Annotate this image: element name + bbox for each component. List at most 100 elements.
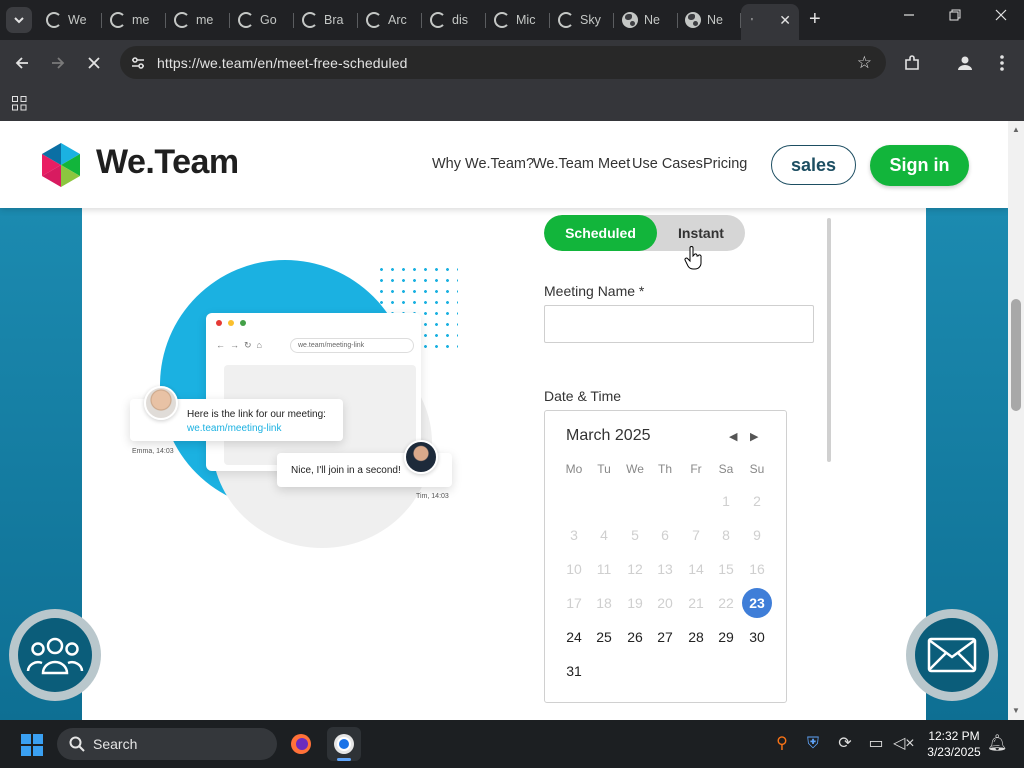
scroll-up-icon[interactable]: ▲ — [1012, 125, 1020, 134]
nav-use-cases[interactable]: Use Cases — [632, 156, 703, 172]
close-window-button[interactable] — [986, 8, 1016, 25]
calendar-day: 11 — [596, 561, 612, 577]
chat-link: we.team/meeting-link — [187, 423, 282, 434]
contact-fab[interactable] — [906, 609, 998, 701]
menu-button[interactable] — [991, 52, 1013, 74]
calendar-day[interactable]: 29 — [711, 622, 741, 652]
chrome-app[interactable] — [327, 727, 361, 761]
calendar-day[interactable]: 26 — [620, 622, 650, 652]
chrome-icon — [334, 734, 354, 754]
sales-button[interactable]: sales — [771, 145, 856, 185]
nav-pricing[interactable]: Pricing — [703, 156, 747, 172]
back-button[interactable] — [11, 52, 33, 74]
notification-bell-icon[interactable]: 🔔︎ — [987, 734, 1007, 754]
network-icon[interactable]: ▭ — [866, 734, 886, 754]
taskbar-search-label: Search — [93, 736, 138, 752]
c-logo-icon — [110, 12, 126, 28]
calendar-day[interactable]: 30 — [742, 622, 772, 652]
tab-title: Bra — [324, 13, 344, 27]
chat-text-1: Here is the link for our meeting: — [187, 409, 326, 420]
new-tab-button[interactable]: + — [809, 9, 821, 29]
calendar-day[interactable]: 25 — [589, 622, 619, 652]
next-month-arrow-icon[interactable]: ▶ — [750, 430, 758, 443]
calendar-day: 5 — [631, 527, 639, 543]
calendar-day[interactable]: 28 — [681, 622, 711, 652]
we-team-logo-icon[interactable] — [38, 143, 84, 187]
nav-we-team-meet[interactable]: We.Team Meet — [533, 156, 630, 172]
tab-10[interactable]: Ne — [679, 6, 741, 34]
tab-separator — [677, 13, 678, 28]
url-text[interactable]: https://we.team/en/meet-free-scheduled — [157, 55, 407, 71]
firefox-app[interactable] — [284, 727, 318, 761]
calendar-day: 13 — [657, 561, 673, 577]
c-logo-icon — [558, 12, 574, 28]
close-tab-icon[interactable]: ✕ — [779, 12, 791, 29]
site-info-icon[interactable] — [130, 55, 146, 71]
tab-3[interactable]: Go — [232, 6, 294, 34]
weekday-header: Tu — [597, 462, 611, 476]
close-icon — [995, 9, 1007, 21]
tab-active[interactable]: ' ✕ — [741, 4, 799, 40]
tab-separator — [613, 13, 614, 28]
calendar-day: 9 — [753, 527, 761, 543]
tab-title: Sky — [580, 13, 601, 27]
group-icon — [26, 637, 84, 675]
tab-search-button[interactable] — [6, 7, 32, 33]
prev-month-arrow-icon[interactable]: ◀ — [729, 430, 737, 443]
volume-muted-icon[interactable]: ◁× — [893, 734, 915, 754]
calendar-day[interactable]: 27 — [650, 622, 680, 652]
minimize-button[interactable] — [894, 8, 924, 25]
search-tray-icon[interactable]: ⚲ — [772, 734, 792, 754]
sign-in-button[interactable]: Sign in — [870, 145, 969, 186]
c-logo-icon — [494, 12, 510, 28]
nav-why-we-team[interactable]: Why We.Team? — [432, 156, 534, 172]
address-bar[interactable]: https://we.team/en/meet-free-scheduled ☆ — [120, 46, 886, 79]
tab-8[interactable]: Sky — [552, 6, 614, 34]
meeting-name-label: Meeting Name * — [544, 283, 645, 299]
bookmark-star-icon[interactable]: ☆ — [857, 53, 872, 73]
scroll-down-icon[interactable]: ▼ — [1012, 706, 1020, 715]
tab-7[interactable]: Mic — [488, 6, 550, 34]
tab-4[interactable]: Bra — [296, 6, 358, 34]
form-scrollbar[interactable] — [827, 218, 831, 462]
chat-sender-2: Tim, 14:03 — [416, 493, 449, 500]
calendar-day[interactable]: 31 — [559, 656, 589, 686]
restore-button[interactable] — [940, 8, 970, 25]
tab-9[interactable]: Ne — [616, 6, 678, 34]
minimize-icon — [904, 14, 914, 16]
calendar-day-selected[interactable]: 23 — [742, 588, 772, 618]
calendar-day: 10 — [566, 561, 582, 577]
forward-button[interactable] — [47, 52, 69, 74]
extensions-button[interactable] — [901, 52, 923, 74]
meeting-mode-toggle[interactable]: Scheduled Instant — [544, 215, 745, 251]
stop-loading-button[interactable] — [83, 52, 105, 74]
kebab-menu-icon — [1000, 55, 1004, 71]
mode-scheduled-button[interactable]: Scheduled — [544, 215, 657, 251]
brand-name[interactable]: We.Team — [96, 143, 239, 182]
profile-button[interactable] — [954, 52, 976, 74]
tab-6[interactable]: dis — [424, 6, 486, 34]
sync-icon[interactable]: ⟳ — [835, 734, 855, 754]
c-logo-icon — [302, 12, 318, 28]
tab-5[interactable]: Arc — [360, 6, 422, 34]
taskbar-search[interactable]: Search — [57, 728, 277, 760]
page-scrollbar[interactable]: ▲ ▼ — [1008, 121, 1024, 720]
c-logo-icon — [430, 12, 446, 28]
shield-icon[interactable]: ⛨ — [803, 734, 823, 754]
scrollbar-thumb[interactable] — [1011, 299, 1021, 411]
tab-2[interactable]: me — [168, 6, 230, 34]
team-fab[interactable] — [9, 609, 101, 701]
calendar-day[interactable]: 24 — [559, 622, 589, 652]
calendar-day: 19 — [627, 595, 643, 611]
c-logo-icon — [174, 12, 190, 28]
tab-title: me — [132, 13, 150, 27]
windows-start-icon[interactable] — [21, 734, 43, 756]
calendar-day: 16 — [749, 561, 765, 577]
meeting-name-input[interactable] — [544, 305, 814, 343]
tab-separator — [101, 13, 102, 28]
taskbar-clock[interactable]: 12:32 PM 3/23/2025 — [918, 728, 990, 760]
tab-0[interactable]: We — [40, 6, 102, 34]
apps-grid-icon[interactable] — [12, 96, 27, 111]
c-logo-icon — [238, 12, 254, 28]
tab-1[interactable]: me — [104, 6, 166, 34]
